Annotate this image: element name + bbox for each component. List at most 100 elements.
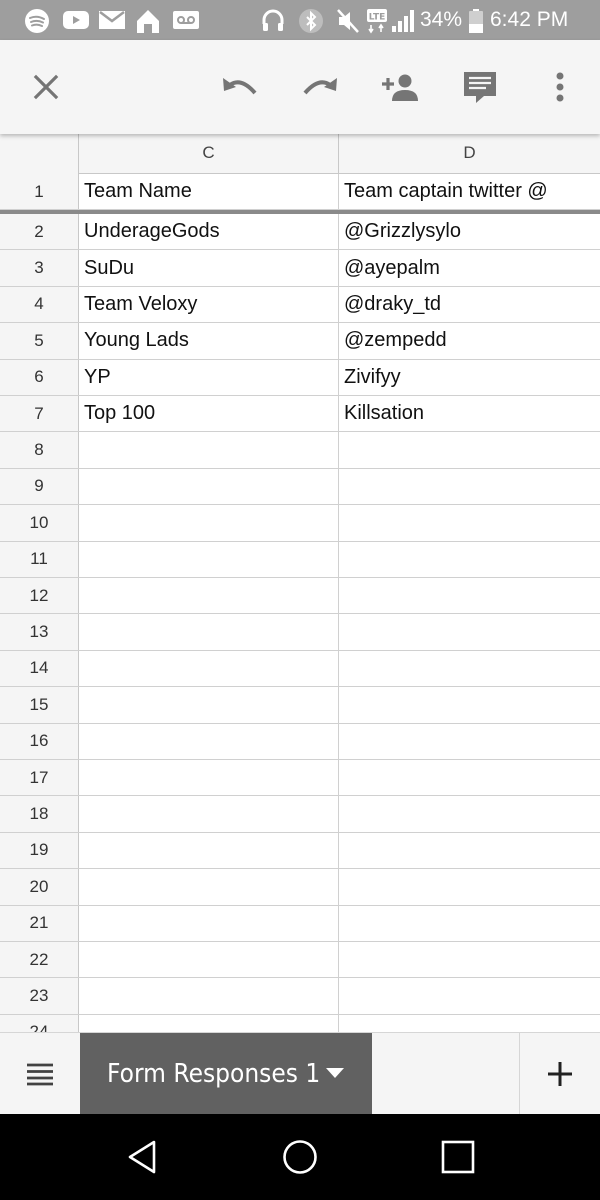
row-number[interactable]: 17 [0, 760, 79, 796]
cell-d[interactable]: @draky_td [339, 287, 600, 322]
add-sheet-button[interactable] [519, 1033, 600, 1115]
table-row: 5 Young Lads @zempedd [0, 323, 600, 360]
cell-d[interactable]: @ayepalm [339, 250, 600, 285]
cell-c[interactable] [79, 869, 339, 905]
cell-d[interactable] [339, 942, 600, 977]
cell-c[interactable] [79, 796, 339, 832]
row-number[interactable]: 4 [0, 286, 79, 323]
cell-c[interactable] [79, 614, 339, 650]
back-button[interactable] [117, 1134, 167, 1180]
cell-d[interactable] [339, 651, 600, 686]
cell-c[interactable] [79, 905, 339, 941]
cell-c[interactable]: SuDu [79, 250, 339, 286]
cell-c[interactable]: UnderageGods [79, 214, 339, 250]
cell-c[interactable] [79, 541, 339, 577]
undo-button[interactable] [220, 67, 260, 107]
cell-d[interactable] [339, 687, 600, 722]
row-number[interactable]: 8 [0, 432, 79, 468]
cell-c[interactable] [79, 942, 339, 978]
home-button[interactable] [275, 1134, 325, 1180]
row-number[interactable]: 14 [0, 650, 79, 687]
tab-form-responses-1[interactable]: Form Responses 1 [80, 1033, 372, 1115]
cell-d[interactable] [339, 869, 600, 904]
cell-c[interactable] [79, 978, 339, 1014]
cell-d[interactable] [339, 724, 600, 759]
row-number[interactable]: 10 [0, 505, 79, 541]
share-button[interactable] [380, 67, 420, 107]
cell-d[interactable] [339, 796, 600, 831]
comment-icon [464, 72, 496, 103]
row-number[interactable]: 6 [0, 359, 79, 395]
row-number[interactable]: 11 [0, 541, 79, 577]
cell-d[interactable] [339, 760, 600, 795]
cell-c[interactable]: Young Lads [79, 323, 339, 359]
comment-button[interactable] [460, 67, 500, 107]
row-number[interactable]: 22 [0, 942, 79, 978]
row-number[interactable]: 24 [0, 1014, 79, 1032]
row-number[interactable]: 20 [0, 869, 79, 905]
cell-c[interactable]: Top 100 [79, 396, 339, 432]
row-number[interactable]: 15 [0, 687, 79, 723]
close-button[interactable] [26, 67, 66, 107]
row-number[interactable]: 16 [0, 723, 79, 759]
table-row: 22 [0, 942, 600, 979]
row-number[interactable]: 5 [0, 323, 79, 359]
cell-d[interactable] [339, 578, 600, 613]
cell-d[interactable] [339, 432, 600, 467]
dropdown-caret-icon[interactable] [326, 1068, 344, 1078]
cell-d[interactable]: @zempedd [339, 323, 600, 358]
frozen-row-divider[interactable] [0, 210, 600, 214]
cell-c[interactable]: YP [79, 359, 339, 395]
recents-button[interactable] [433, 1134, 483, 1180]
add-sheet-icon [548, 1062, 572, 1086]
row-number[interactable]: 1 [0, 174, 79, 209]
cell-c[interactable] [79, 760, 339, 796]
row-number[interactable]: 23 [0, 978, 79, 1014]
row-number[interactable]: 21 [0, 905, 79, 941]
row-number[interactable]: 7 [0, 396, 79, 432]
cell-d[interactable] [339, 469, 600, 504]
cell-c[interactable] [79, 650, 339, 687]
cell-d[interactable] [339, 614, 600, 649]
row-number[interactable]: 18 [0, 796, 79, 832]
cell-c[interactable] [79, 578, 339, 614]
more-options-button[interactable] [540, 67, 580, 107]
row-number[interactable]: 13 [0, 614, 79, 650]
status-time: 6:42 PM [490, 8, 569, 31]
cell-d[interactable]: Team captain twitter @ [339, 174, 600, 209]
cell-c[interactable] [79, 468, 339, 505]
table-row: 17 [0, 760, 600, 797]
row-number[interactable]: 9 [0, 468, 79, 505]
cell-d[interactable]: @Grizzlysylo [339, 214, 600, 249]
cell-d[interactable] [339, 833, 600, 868]
cell-c[interactable] [79, 832, 339, 869]
cell-c[interactable] [79, 1014, 339, 1032]
spreadsheet-grid[interactable]: C D 1 Team Name Team captain twitter @ 2 Und… [0, 134, 600, 1032]
table-row: 18 [0, 796, 600, 833]
cell-c[interactable]: Team Veloxy [79, 286, 339, 323]
row-number[interactable]: 19 [0, 832, 79, 869]
cell-c[interactable] [79, 687, 339, 723]
cell-d[interactable]: Zivifyy [339, 360, 600, 395]
headset-icon [260, 8, 286, 39]
row-number[interactable]: 3 [0, 250, 79, 286]
cell-d[interactable]: Killsation [339, 396, 600, 431]
column-header-d[interactable]: D [339, 134, 600, 174]
cell-d[interactable] [339, 1015, 600, 1032]
cell-c[interactable]: Team Name [79, 174, 339, 209]
cell-c[interactable] [79, 432, 339, 468]
select-all-corner[interactable] [0, 134, 79, 174]
more-vert-icon [556, 72, 564, 102]
sheets-list-button[interactable] [0, 1033, 80, 1115]
cell-c[interactable] [79, 723, 339, 759]
table-row: 4 Team Veloxy @draky_td [0, 286, 600, 324]
cell-d[interactable] [339, 542, 600, 577]
row-number[interactable]: 2 [0, 214, 79, 250]
row-number[interactable]: 12 [0, 578, 79, 614]
redo-button[interactable] [300, 67, 340, 107]
column-header-c[interactable]: C [79, 134, 339, 174]
cell-c[interactable] [79, 505, 339, 541]
cell-d[interactable] [339, 978, 600, 1013]
cell-d[interactable] [339, 505, 600, 540]
cell-d[interactable] [339, 906, 600, 941]
